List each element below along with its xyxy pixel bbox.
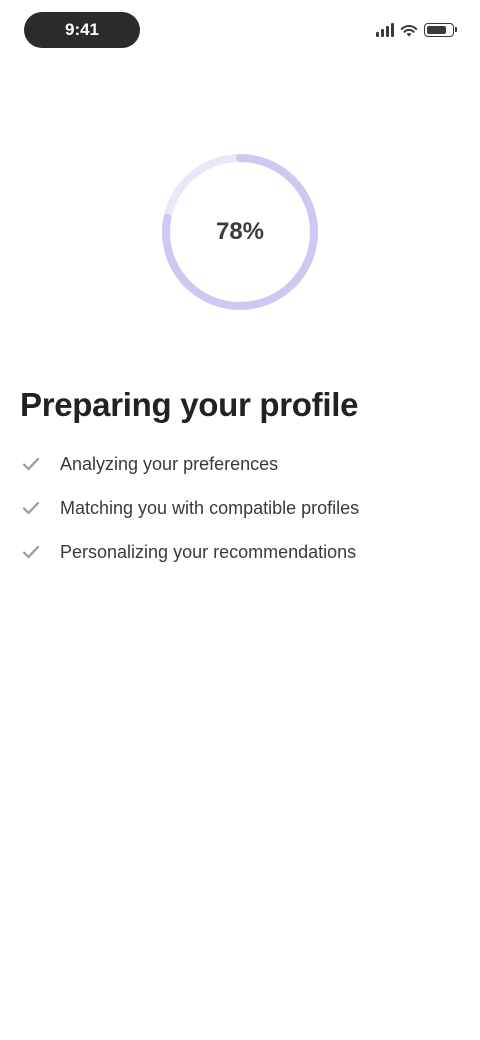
step-label: Analyzing your preferences	[60, 453, 279, 474]
check-icon	[20, 541, 42, 563]
step-label: Personalizing your recommendations	[60, 541, 357, 562]
status-icons	[376, 18, 457, 42]
page-title: Preparing your profile	[20, 386, 359, 423]
battery-level-fill	[427, 26, 446, 34]
status-time: 9:41	[24, 12, 140, 48]
list-item: Matching you with compatible profiles	[20, 486, 460, 530]
status-bar: 9:41	[0, 0, 480, 64]
battery-icon	[424, 23, 457, 37]
wifi-icon	[400, 25, 418, 37]
cellular-signal-icon	[376, 23, 394, 37]
step-label: Matching you with compatible profiles	[60, 497, 360, 518]
step-list: Analyzing your preferences Matching you …	[20, 442, 460, 574]
progress-percent-label: 78%	[215, 218, 265, 245]
list-item: Personalizing your recommendations	[20, 530, 460, 574]
progress-ring: 78%	[156, 148, 324, 316]
list-item: Analyzing your preferences	[20, 442, 460, 486]
check-icon	[20, 453, 42, 475]
check-icon	[20, 497, 42, 519]
